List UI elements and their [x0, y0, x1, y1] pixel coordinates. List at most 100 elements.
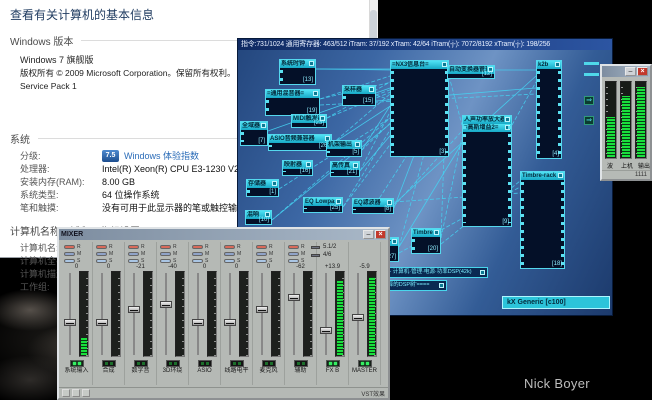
- dsp-node[interactable]: 全域器[7]: [240, 121, 268, 146]
- fader-track[interactable]: [96, 271, 108, 357]
- fader-handle[interactable]: [352, 314, 364, 321]
- dsp-node-titlebar[interactable]: 系统时钟: [280, 60, 315, 68]
- fader-track[interactable]: [224, 271, 236, 357]
- solo-button[interactable]: [224, 259, 235, 263]
- dsp-node-minimize-icon[interactable]: [369, 87, 374, 92]
- close-icon[interactable]: ×: [637, 67, 648, 76]
- dsp-node[interactable]: EQ滤波器[8]: [352, 198, 394, 214]
- record-button[interactable]: [128, 245, 139, 249]
- dsp-node-titlebar[interactable]: ASIO音频兼容器: [269, 135, 331, 143]
- routing-arrow-icon[interactable]: ⇒: [584, 96, 594, 105]
- dsp-node-titlebar[interactable]: =高斯增益2=: [463, 124, 511, 132]
- dsp-node[interactable]: Timbre[20]: [411, 228, 441, 254]
- dsp-node-titlebar[interactable]: 全域器: [241, 122, 267, 130]
- fader-track[interactable]: [352, 271, 364, 357]
- fader-handle[interactable]: [64, 319, 76, 326]
- dsp-node[interactable]: 系统时钟[13]: [279, 59, 316, 85]
- dsp-node-minimize-icon[interactable]: [336, 199, 341, 204]
- fader-track[interactable]: [64, 271, 76, 357]
- dsp-node-minimize-icon[interactable]: [505, 117, 510, 122]
- record-button[interactable]: [224, 245, 235, 249]
- statusbar-button[interactable]: [72, 389, 80, 397]
- dsp-node[interactable]: =通用混音器=[19]: [265, 89, 320, 116]
- dsp-node-minimize-icon[interactable]: [434, 230, 439, 235]
- dsp-node[interactable]: 采样器[15]: [342, 85, 376, 106]
- dsp-node[interactable]: 映射器[16]: [282, 160, 313, 176]
- mute-button[interactable]: [288, 252, 299, 256]
- solo-button[interactable]: [160, 259, 171, 263]
- fader-handle[interactable]: [224, 319, 236, 326]
- fader-track[interactable]: [128, 271, 140, 357]
- fader-handle[interactable]: [96, 319, 108, 326]
- dsp-node[interactable]: k2b[4]: [536, 60, 562, 159]
- solo-button[interactable]: [256, 259, 267, 263]
- record-button[interactable]: [64, 245, 75, 249]
- solo-button[interactable]: [128, 259, 139, 263]
- minimized-module-icon[interactable]: [584, 62, 599, 65]
- fader-handle[interactable]: [256, 306, 268, 313]
- mute-button[interactable]: [96, 252, 107, 256]
- kx-generic-box[interactable]: kX Generic [c100]: [502, 296, 610, 309]
- mute-button[interactable]: [160, 252, 171, 256]
- mixer-titlebar[interactable]: MIXER – ×: [59, 229, 388, 240]
- dsp-node[interactable]: =NX3信息台=[3]: [390, 60, 449, 157]
- mute-button[interactable]: [224, 252, 235, 256]
- speaker-mode-option[interactable]: 4/6: [311, 251, 336, 259]
- dsp-node-minimize-icon[interactable]: [313, 91, 318, 96]
- dsp-node[interactable]: 高传真[21]: [330, 161, 360, 177]
- fader-handle[interactable]: [320, 327, 332, 334]
- dsp-node[interactable]: 人声功率放大器=高斯增益2=[9]: [462, 115, 512, 227]
- mute-button[interactable]: [256, 252, 267, 256]
- minimized-module-icon[interactable]: [584, 73, 599, 76]
- close-icon[interactable]: ×: [375, 230, 386, 239]
- fader-track[interactable]: [160, 271, 172, 357]
- dsp-node-minimize-icon[interactable]: [392, 239, 397, 244]
- dsp-node[interactable]: 混响[10]: [245, 210, 272, 225]
- dsp-node-titlebar[interactable]: 人声功率放大器: [463, 116, 511, 124]
- minimize-icon[interactable]: –: [363, 230, 374, 239]
- dsp-node-minimize-icon[interactable]: [387, 200, 392, 205]
- fader-track[interactable]: [288, 271, 300, 357]
- record-button[interactable]: [288, 245, 299, 249]
- record-button[interactable]: [192, 245, 203, 249]
- dsp-node-minimize-icon[interactable]: [355, 142, 360, 147]
- statusbar-button[interactable]: [82, 389, 90, 397]
- dsp-node-titlebar[interactable]: 存储器: [247, 180, 278, 188]
- solo-button[interactable]: [64, 259, 75, 263]
- dsp-node-minimize-icon[interactable]: [272, 181, 277, 186]
- dsp-node[interactable]: EQ Lowpass[25]: [303, 197, 343, 213]
- dsp-node-minimize-icon[interactable]: [555, 62, 560, 67]
- dsp-node-minimize-icon[interactable]: [353, 163, 358, 168]
- meter-titlebar[interactable]: – ×: [602, 66, 650, 77]
- dsp-node-titlebar[interactable]: 采样器: [343, 86, 375, 94]
- dsp-node[interactable]: MIDI触发器[23]: [291, 114, 327, 128]
- solo-button[interactable]: [288, 259, 299, 263]
- fader-track[interactable]: [192, 271, 204, 357]
- dsp-node-minimize-icon[interactable]: [480, 270, 485, 275]
- statusbar-button[interactable]: [62, 389, 70, 397]
- dsp-node-titlebar[interactable]: Timbre-rack: [521, 172, 564, 180]
- dsp-node-minimize-icon[interactable]: [309, 61, 314, 66]
- dsp-node-titlebar[interactable]: 机架输出: [327, 141, 361, 149]
- record-button[interactable]: [256, 245, 267, 249]
- minimize-icon[interactable]: –: [625, 67, 636, 76]
- dsp-node[interactable]: 存储器[1]: [246, 179, 279, 197]
- fader-track[interactable]: [320, 271, 332, 357]
- solo-button[interactable]: [96, 259, 107, 263]
- fader-track[interactable]: [256, 271, 268, 357]
- dsp-node-minimize-icon[interactable]: [558, 173, 563, 178]
- fader-handle[interactable]: [160, 301, 172, 308]
- fader-handle[interactable]: [192, 319, 204, 326]
- mute-button[interactable]: [64, 252, 75, 256]
- fader-handle[interactable]: [288, 294, 300, 301]
- dsp-titlebar[interactable]: 指令:731/1024 通用寄存器: 463/512 iTram: 37/192…: [238, 39, 612, 50]
- dsp-node[interactable]: Timbre-rack[18]: [520, 171, 565, 269]
- dsp-node[interactable]: 机架输出[5]: [326, 140, 362, 157]
- dsp-node-titlebar[interactable]: Timbre: [412, 229, 440, 237]
- routing-arrow-icon[interactable]: ⇒: [584, 116, 594, 125]
- wei-link[interactable]: Windows 体验指数: [124, 150, 199, 163]
- dsp-node[interactable]: ASIO音频兼容器[26]: [268, 134, 332, 151]
- dsp-node[interactable]: 自动变换器管理[12]: [447, 65, 495, 79]
- mute-button[interactable]: [192, 252, 203, 256]
- dsp-node-titlebar[interactable]: k2b: [537, 61, 561, 69]
